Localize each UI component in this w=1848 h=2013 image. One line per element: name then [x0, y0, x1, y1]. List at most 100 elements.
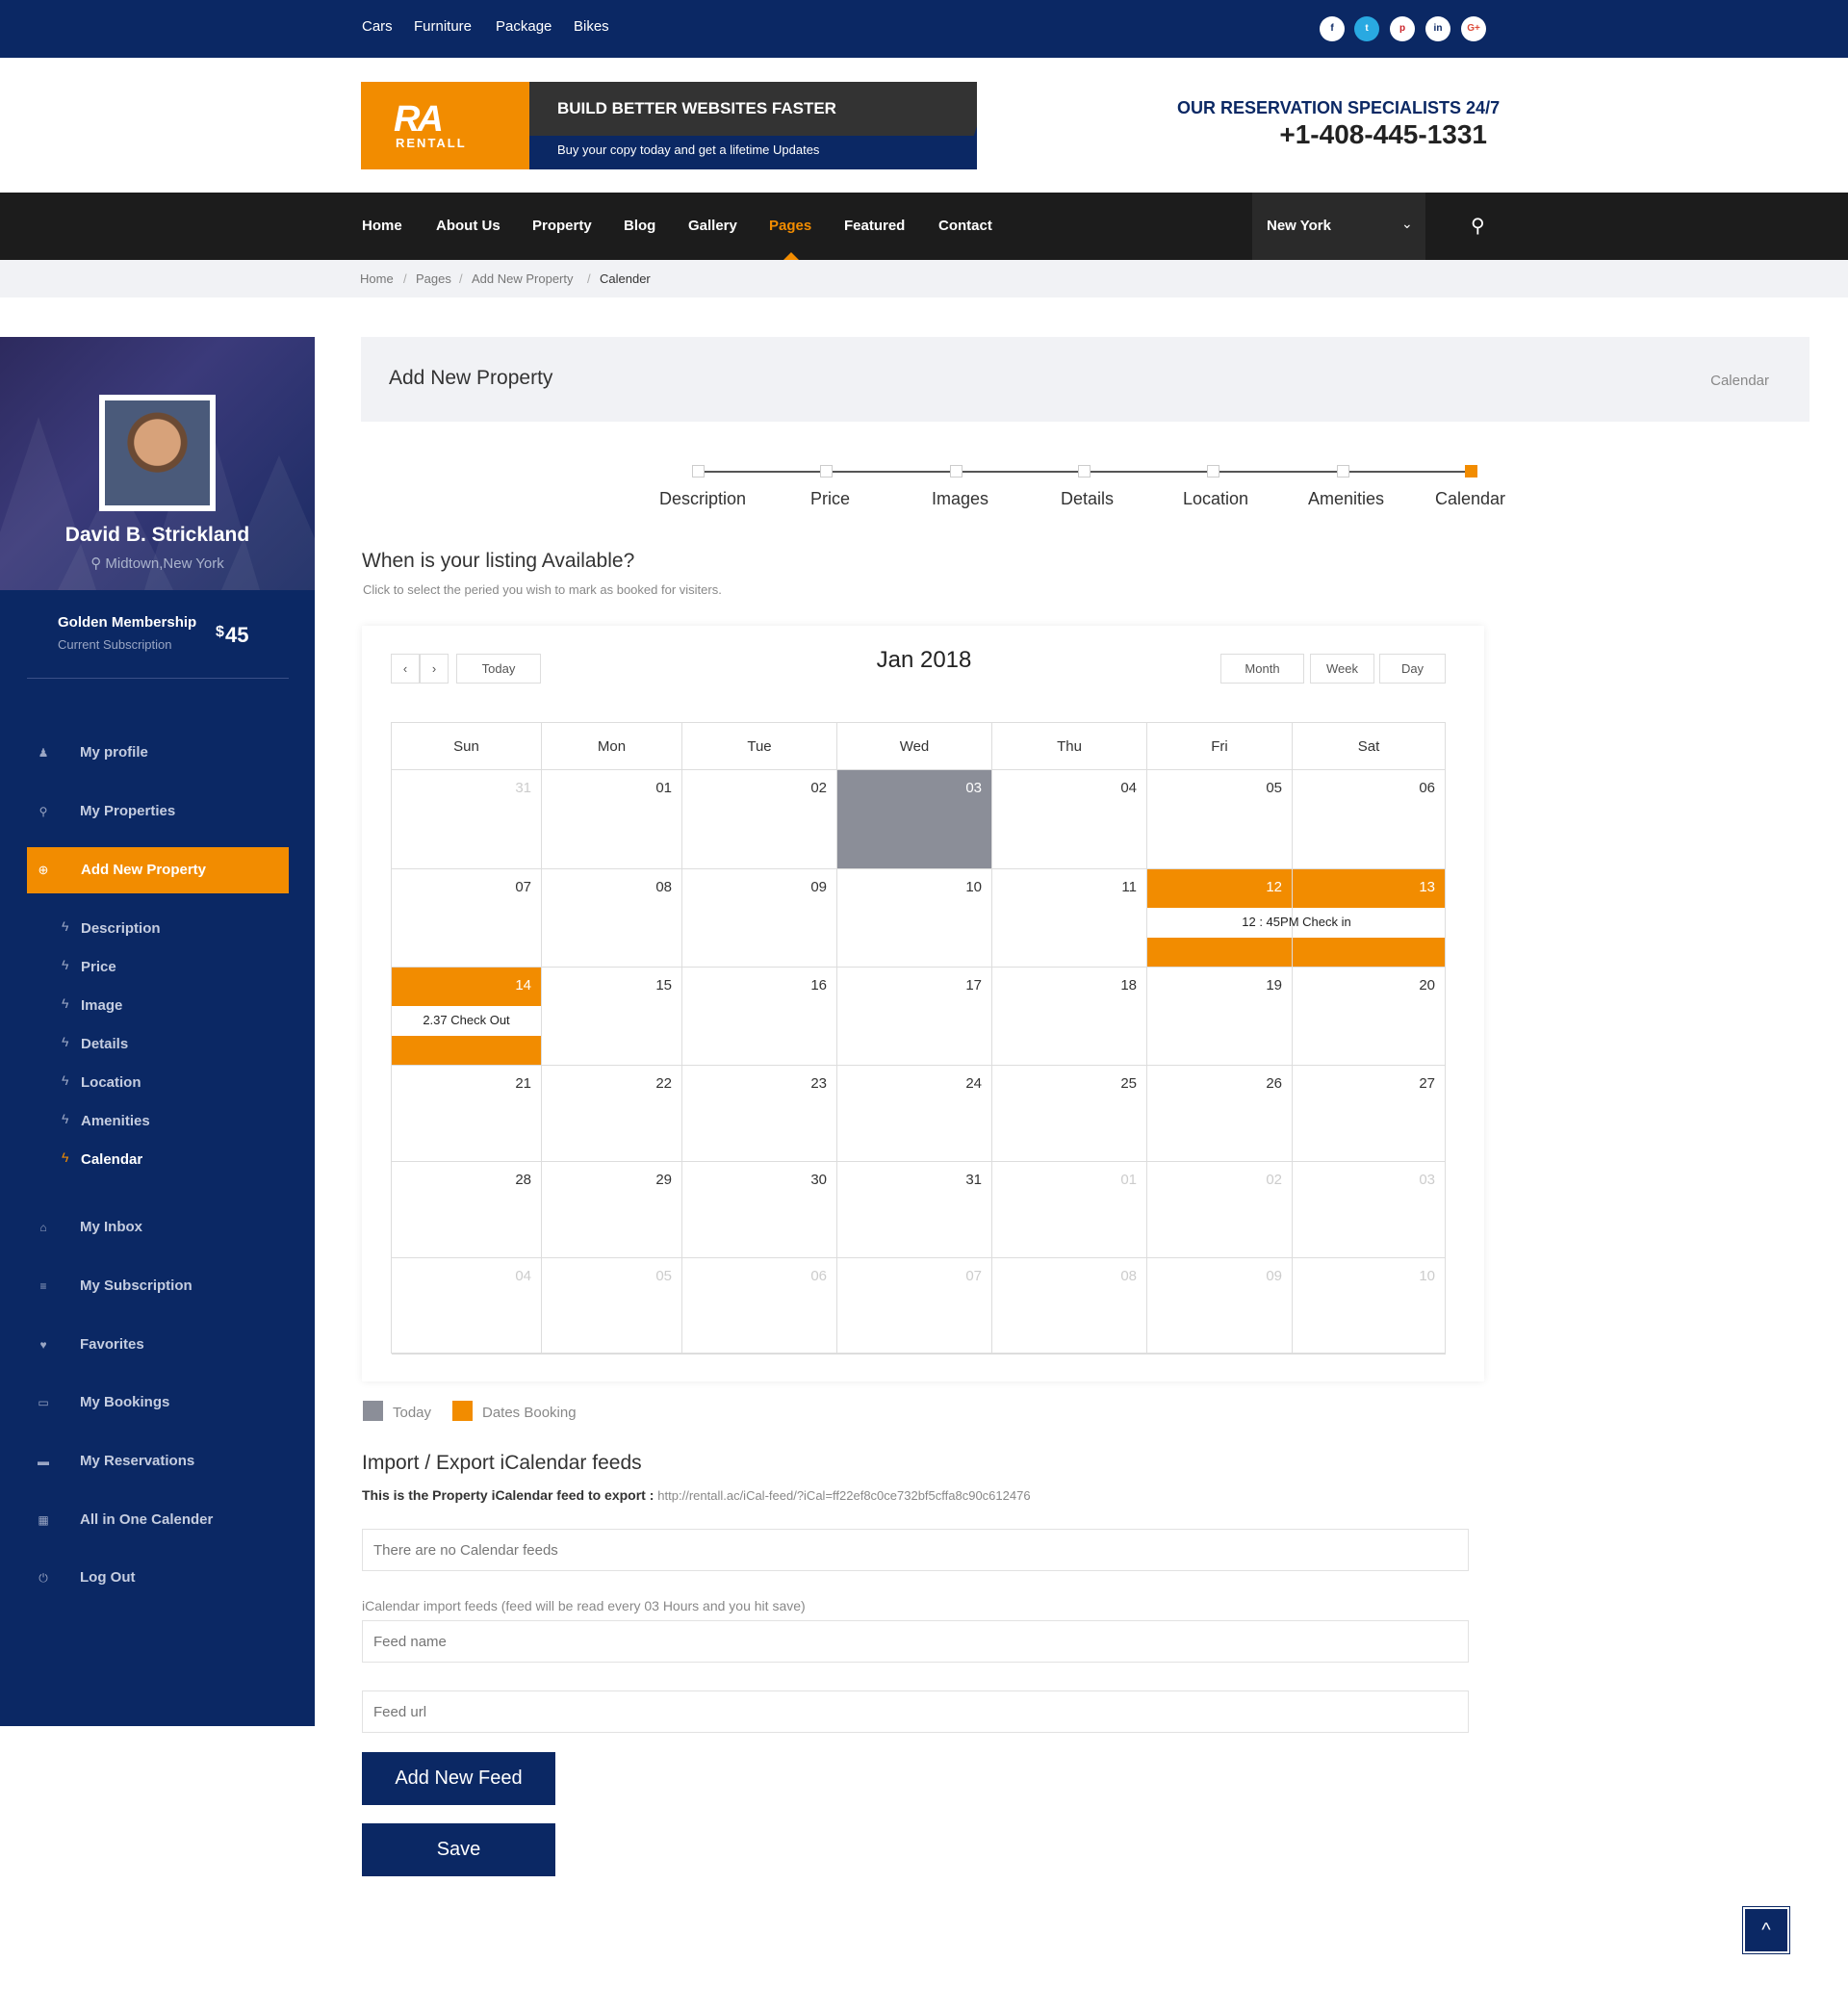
- breadcrumb-add-new-property[interactable]: Add New Property: [472, 271, 574, 286]
- add-new-feed-button[interactable]: Add New Feed: [362, 1752, 555, 1805]
- day-cell[interactable]: 23: [682, 1066, 837, 1162]
- sidebar-item-log-out[interactable]: Log Out: [80, 1569, 135, 1586]
- step-dot-description[interactable]: [692, 465, 705, 477]
- sidebar-item-all-in-one-calender[interactable]: All in One Calender: [80, 1511, 213, 1528]
- linkedin-icon[interactable]: in: [1425, 16, 1450, 41]
- step-dot-details[interactable]: [1078, 465, 1091, 477]
- day-cell[interactable]: 02: [682, 770, 837, 869]
- day-cell[interactable]: 01: [542, 770, 682, 869]
- day-cell[interactable]: 21: [392, 1066, 542, 1162]
- month-view-button[interactable]: Month: [1220, 654, 1304, 684]
- day-cell[interactable]: 18: [992, 968, 1147, 1066]
- day-cell[interactable]: 04: [392, 1258, 542, 1355]
- step-dot-price[interactable]: [820, 465, 833, 477]
- step-price[interactable]: Price: [810, 489, 850, 509]
- step-amenities[interactable]: Amenities: [1308, 489, 1384, 509]
- day-cell[interactable]: 05: [542, 1258, 682, 1355]
- day-cell[interactable]: 27: [1293, 1066, 1446, 1162]
- day-cell[interactable]: 17: [837, 968, 992, 1066]
- day-cell[interactable]: 07: [837, 1258, 992, 1355]
- top-link-bikes[interactable]: Bikes: [574, 18, 609, 35]
- scroll-to-top-button[interactable]: ^: [1742, 1906, 1790, 1954]
- day-view-button[interactable]: Day: [1379, 654, 1446, 684]
- sidebar-item-my-bookings[interactable]: My Bookings: [80, 1394, 169, 1410]
- day-cell[interactable]: 25: [992, 1066, 1147, 1162]
- search-icon[interactable]: ⚲: [1471, 214, 1485, 238]
- sidebar-subitem-calendar[interactable]: Calendar: [81, 1151, 142, 1168]
- sidebar-item-my-profile[interactable]: My profile: [80, 744, 148, 761]
- day-cell[interactable]: 06: [682, 1258, 837, 1355]
- step-dot-images[interactable]: [950, 465, 962, 477]
- header-banner[interactable]: RA RENTALL BUILD BETTER WEBSITES FASTER …: [361, 82, 977, 169]
- day-cell[interactable]: 09: [682, 869, 837, 968]
- city-select[interactable]: New York ⌄: [1252, 193, 1425, 260]
- step-images[interactable]: Images: [932, 489, 988, 509]
- save-button[interactable]: Save: [362, 1823, 555, 1876]
- sidebar-subitem-description[interactable]: Description: [81, 920, 161, 937]
- day-cell[interactable]: 31: [837, 1162, 992, 1258]
- day-cell[interactable]: 24: [837, 1066, 992, 1162]
- day-cell[interactable]: 03: [1293, 1162, 1446, 1258]
- checkout-event[interactable]: 2.37 Check Out: [392, 1013, 541, 1027]
- day-cell[interactable]: 10: [1293, 1258, 1446, 1355]
- logo[interactable]: RA RENTALL: [361, 82, 529, 169]
- sidebar-item-add-new-property[interactable]: ⊕ Add New Property: [27, 847, 289, 893]
- today-button[interactable]: Today: [456, 654, 541, 684]
- step-dot-location[interactable]: [1207, 465, 1219, 477]
- day-cell[interactable]: 08: [992, 1258, 1147, 1355]
- feed-name-input[interactable]: [363, 1621, 1468, 1662]
- day-cell[interactable]: 16: [682, 968, 837, 1066]
- step-description[interactable]: Description: [659, 489, 746, 509]
- week-view-button[interactable]: Week: [1310, 654, 1374, 684]
- day-cell[interactable]: 2.37 Check Out 14: [392, 968, 542, 1066]
- sidebar-subitem-amenities[interactable]: Amenities: [81, 1113, 150, 1129]
- google-plus-icon[interactable]: G+: [1461, 16, 1486, 41]
- day-cell[interactable]: 01: [992, 1162, 1147, 1258]
- nav-featured[interactable]: Featured: [844, 218, 905, 234]
- day-cell[interactable]: 19: [1147, 968, 1293, 1066]
- top-link-cars[interactable]: Cars: [362, 18, 393, 35]
- step-location[interactable]: Location: [1183, 489, 1248, 509]
- day-cell[interactable]: 11: [992, 869, 1147, 968]
- checkin-event[interactable]: 12 : 45PM Check in: [1147, 915, 1446, 929]
- top-link-furniture[interactable]: Furniture: [414, 18, 472, 35]
- sidebar-subitem-location[interactable]: Location: [81, 1074, 141, 1091]
- day-cell[interactable]: 02: [1147, 1162, 1293, 1258]
- day-cell[interactable]: 07: [392, 869, 542, 968]
- sidebar-item-favorites[interactable]: Favorites: [80, 1336, 144, 1353]
- day-cell[interactable]: 08: [542, 869, 682, 968]
- sidebar-item-my-reservations[interactable]: My Reservations: [80, 1453, 194, 1469]
- top-link-package[interactable]: Package: [496, 18, 552, 35]
- nav-home[interactable]: Home: [362, 218, 402, 234]
- day-cell[interactable]: 28: [392, 1162, 542, 1258]
- day-cell[interactable]: 10: [837, 869, 992, 968]
- day-cell[interactable]: 15: [542, 968, 682, 1066]
- nav-contact[interactable]: Contact: [938, 218, 992, 234]
- day-cell[interactable]: 06: [1293, 770, 1446, 869]
- facebook-icon[interactable]: f: [1320, 16, 1345, 41]
- step-dot-calendar[interactable]: [1465, 465, 1477, 477]
- sidebar-item-my-subscription[interactable]: My Subscription: [80, 1277, 192, 1294]
- day-cell[interactable]: 22: [542, 1066, 682, 1162]
- sidebar-item-my-inbox[interactable]: My Inbox: [80, 1219, 142, 1235]
- day-cell[interactable]: 31: [392, 770, 542, 869]
- step-calendar[interactable]: Calendar: [1435, 489, 1505, 509]
- nav-gallery[interactable]: Gallery: [688, 218, 737, 234]
- day-cell[interactable]: 03: [837, 770, 992, 869]
- nav-blog[interactable]: Blog: [624, 218, 655, 234]
- sidebar-subitem-details[interactable]: Details: [81, 1036, 128, 1052]
- twitter-icon[interactable]: t: [1354, 16, 1379, 41]
- step-details[interactable]: Details: [1061, 489, 1114, 509]
- day-cell[interactable]: 04: [992, 770, 1147, 869]
- next-month-button[interactable]: ›: [420, 654, 449, 684]
- day-cell[interactable]: 09: [1147, 1258, 1293, 1355]
- sidebar-subitem-image[interactable]: Image: [81, 997, 122, 1014]
- step-dot-amenities[interactable]: [1337, 465, 1349, 477]
- day-cell[interactable]: 05: [1147, 770, 1293, 869]
- prev-month-button[interactable]: ‹: [391, 654, 420, 684]
- breadcrumb-pages[interactable]: Pages: [416, 271, 451, 286]
- nav-property[interactable]: Property: [532, 218, 592, 234]
- nav-about-us[interactable]: About Us: [436, 218, 500, 234]
- day-cell[interactable]: 26: [1147, 1066, 1293, 1162]
- ical-export-url[interactable]: http://rentall.ac/iCal-feed/?iCal=ff22ef…: [657, 1488, 1030, 1503]
